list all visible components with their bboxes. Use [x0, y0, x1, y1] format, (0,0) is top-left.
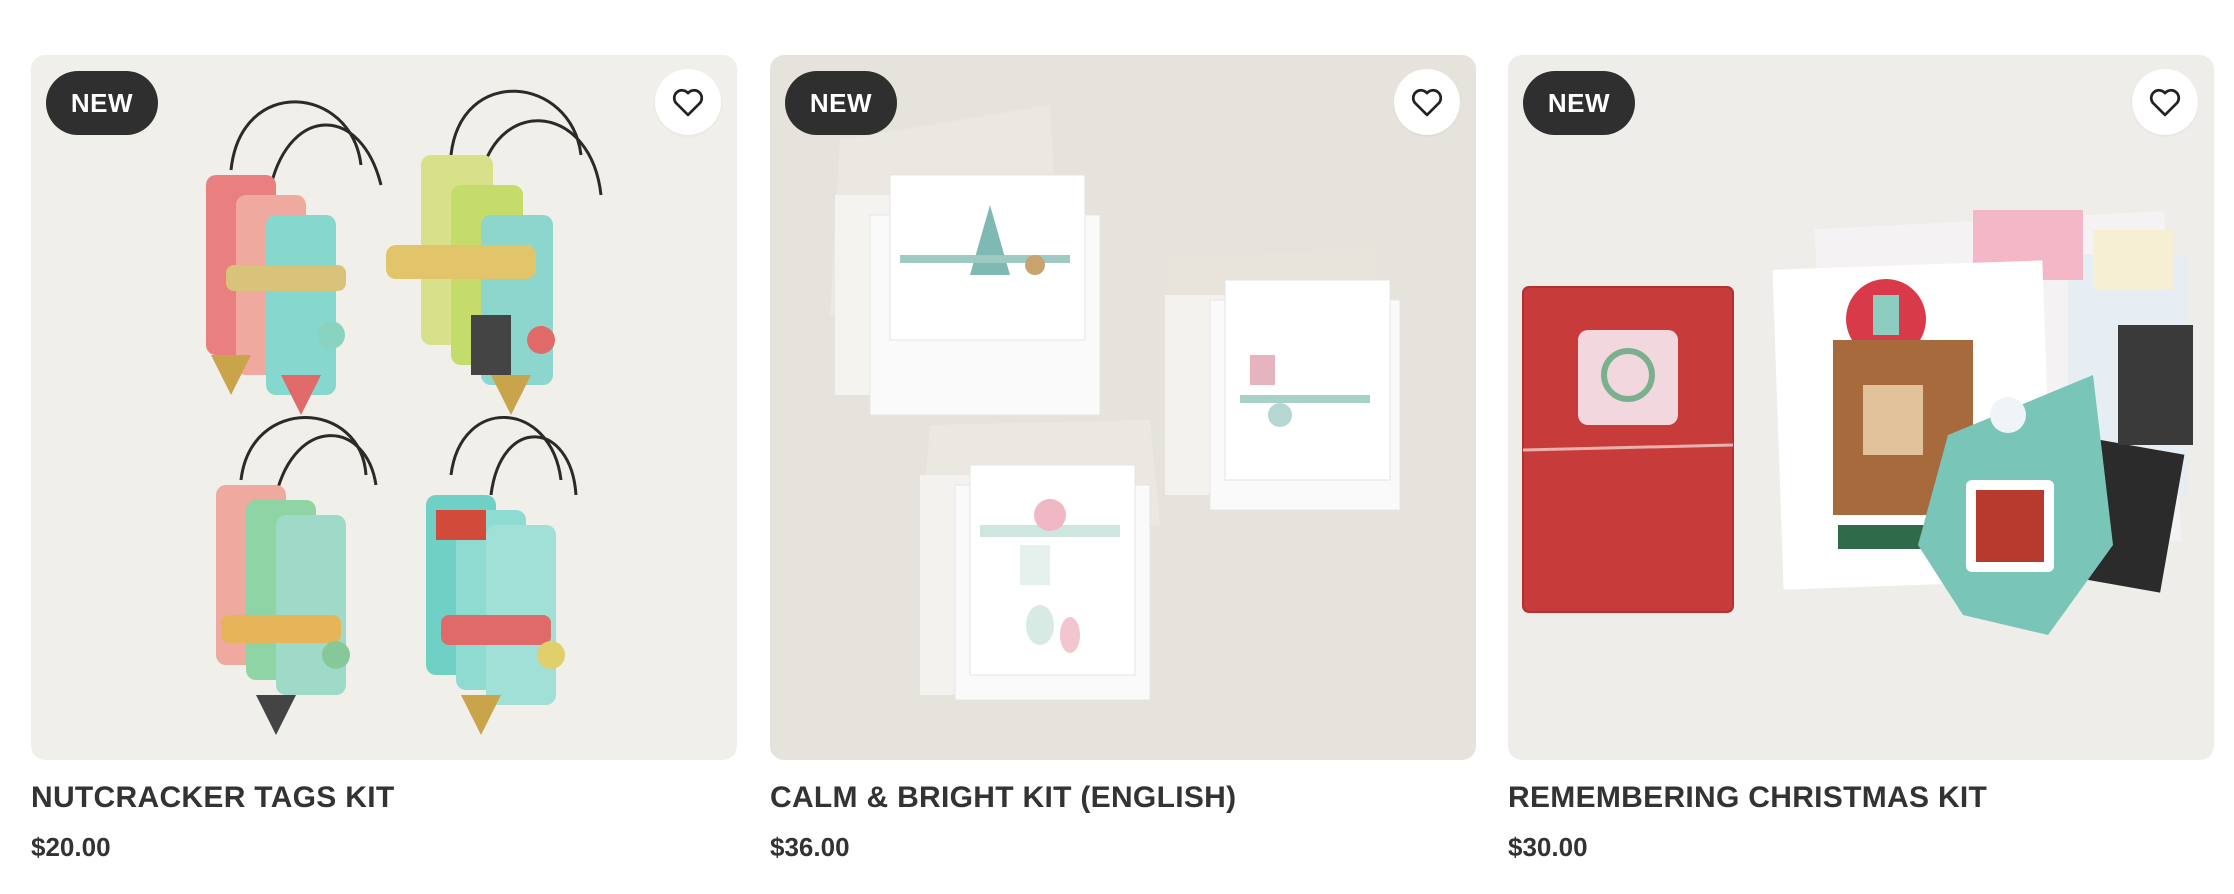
- product-card[interactable]: NEW CALM & BRIGHT KIT (ENGLISH) $36.00: [770, 55, 1476, 864]
- product-title[interactable]: REMEMBERING CHRISTMAS KIT: [1508, 778, 2214, 818]
- product-price: $30.00: [1508, 832, 1588, 862]
- product-card[interactable]: NEW REMEMBERING CHRISTMAS KIT $30.00: [1508, 55, 2214, 864]
- calm-bright-cards-illustration: [770, 55, 1476, 760]
- product-image[interactable]: NEW: [1508, 55, 2214, 760]
- favorite-button[interactable]: [2132, 69, 2198, 135]
- new-badge: NEW: [46, 71, 158, 135]
- new-badge: NEW: [785, 71, 897, 135]
- product-price: $36.00: [770, 832, 850, 862]
- product-image[interactable]: NEW: [770, 55, 1476, 760]
- heart-outline-icon: [672, 88, 704, 117]
- favorite-button[interactable]: [655, 69, 721, 135]
- heart-outline-icon: [2149, 88, 2181, 117]
- favorite-button[interactable]: [1394, 69, 1460, 135]
- product-title[interactable]: CALM & BRIGHT KIT (ENGLISH): [770, 778, 1476, 818]
- product-image[interactable]: NEW: [31, 55, 737, 760]
- remembering-christmas-illustration: [1508, 55, 2214, 760]
- heart-outline-icon: [1411, 88, 1443, 117]
- product-card[interactable]: NEW NUTCRACKER TAGS KIT $20.00: [31, 55, 737, 864]
- product-title[interactable]: NUTCRACKER TAGS KIT: [31, 778, 737, 818]
- nutcracker-tags-illustration: [31, 55, 737, 760]
- new-badge: NEW: [1523, 71, 1635, 135]
- product-price: $20.00: [31, 832, 111, 862]
- product-grid: NEW NUTCRACKER TAGS KIT $20.00 NEW CALM …: [0, 0, 2234, 894]
